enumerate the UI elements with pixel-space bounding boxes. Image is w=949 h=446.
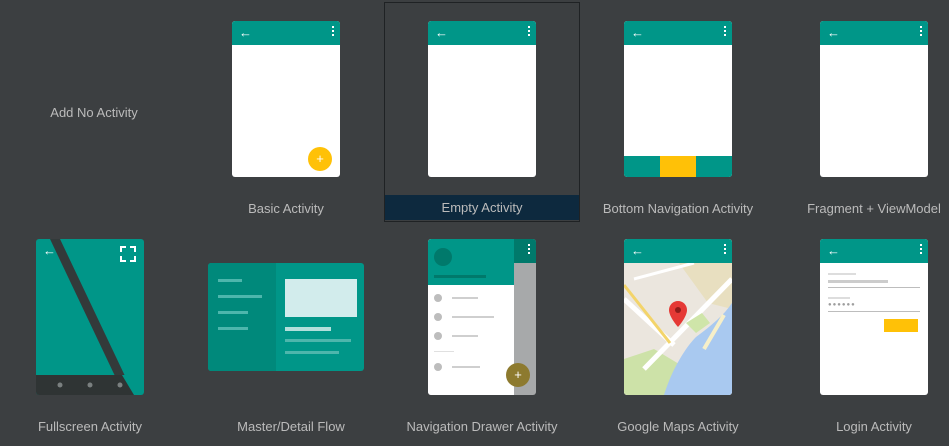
bottom-navigation-bar bbox=[624, 156, 732, 177]
template-add-no-activity[interactable]: Add No Activity bbox=[0, 2, 196, 222]
app-bar: ← bbox=[624, 239, 732, 263]
password-field-graphic bbox=[828, 297, 850, 299]
template-empty-activity[interactable]: ← Empty Activity bbox=[384, 2, 580, 222]
template-fullscreen-activity[interactable]: ← Fullscreen Activity bbox=[0, 220, 188, 440]
template-bottom-navigation-activity[interactable]: ← Bottom Navigation Activity bbox=[580, 2, 776, 222]
back-arrow-icon: ← bbox=[43, 243, 56, 258]
drawer-header bbox=[428, 239, 514, 285]
password-dots: ●●●●●● bbox=[828, 302, 856, 308]
overflow-menu-icon bbox=[724, 26, 726, 38]
overflow-menu-icon bbox=[528, 26, 530, 38]
fullscreen-diagonal-graphic bbox=[36, 239, 144, 395]
fab-button-icon: + bbox=[308, 147, 332, 171]
map-pin-icon bbox=[669, 301, 687, 327]
overflow-menu-icon bbox=[724, 244, 726, 256]
back-arrow-icon: ← bbox=[827, 243, 840, 258]
detail-image bbox=[285, 279, 357, 317]
back-arrow-icon: ← bbox=[239, 25, 252, 40]
app-bar: ← bbox=[428, 21, 536, 45]
bottom-navigation-thumbnail: ← bbox=[624, 21, 732, 177]
app-bar bbox=[514, 239, 536, 263]
login-activity-thumbnail: ← ●●●●●● bbox=[820, 239, 928, 395]
template-master-detail-flow[interactable]: Master/Detail Flow bbox=[188, 220, 384, 440]
app-bar: ← bbox=[232, 21, 340, 45]
overflow-menu-icon bbox=[920, 26, 922, 38]
overflow-menu-icon bbox=[332, 26, 334, 38]
fragment-viewmodel-thumbnail: ← bbox=[820, 21, 928, 177]
back-arrow-icon: ← bbox=[631, 243, 644, 258]
sign-in-button-graphic bbox=[884, 319, 918, 332]
template-google-maps-activity[interactable]: ← Google Maps Activity bbox=[580, 220, 776, 440]
avatar bbox=[434, 248, 452, 266]
back-arrow-icon: ← bbox=[827, 25, 840, 40]
master-detail-thumbnail bbox=[208, 263, 364, 371]
template-label: Empty Activity bbox=[385, 195, 579, 220]
overflow-menu-icon bbox=[920, 244, 922, 256]
fullscreen-thumbnail: ← bbox=[36, 239, 144, 395]
app-bar: ← bbox=[820, 239, 928, 263]
app-bar: ← bbox=[624, 21, 732, 45]
template-navigation-drawer-activity[interactable]: + Navigation Drawer Activity bbox=[384, 220, 580, 440]
template-label: Fragment + ViewModel bbox=[807, 201, 941, 216]
template-login-activity[interactable]: ← ●●●●●● Login Activity bbox=[776, 220, 949, 440]
template-label: Bottom Navigation Activity bbox=[602, 201, 754, 216]
template-label: Fullscreen Activity bbox=[37, 419, 143, 434]
template-fragment-viewmodel[interactable]: ← Fragment + ViewModel bbox=[776, 2, 949, 222]
template-label: Google Maps Activity bbox=[617, 419, 739, 434]
app-bar: ← bbox=[820, 21, 928, 45]
template-basic-activity[interactable]: ← + Basic Activity bbox=[188, 2, 384, 222]
back-arrow-icon: ← bbox=[631, 25, 644, 40]
email-field-graphic bbox=[828, 273, 856, 275]
basic-activity-thumbnail: ← + bbox=[232, 21, 340, 177]
fullscreen-icon bbox=[120, 246, 136, 262]
navigation-drawer-thumbnail: + bbox=[428, 239, 536, 395]
empty-activity-thumbnail: ← bbox=[428, 21, 536, 177]
fab-button-icon: + bbox=[506, 363, 530, 387]
bottom-navigation-selected-item bbox=[660, 156, 696, 177]
google-maps-thumbnail: ← bbox=[624, 239, 732, 395]
navigation-drawer-panel bbox=[428, 239, 514, 395]
template-label: Basic Activity bbox=[248, 201, 324, 216]
overflow-menu-icon bbox=[528, 244, 530, 256]
template-label: Add No Activity bbox=[50, 105, 138, 120]
template-label: Login Activity bbox=[836, 419, 912, 434]
master-list-pane bbox=[208, 263, 276, 371]
template-label: Navigation Drawer Activity bbox=[406, 419, 558, 434]
back-arrow-icon: ← bbox=[435, 25, 448, 40]
template-label: Master/Detail Flow bbox=[237, 419, 345, 434]
